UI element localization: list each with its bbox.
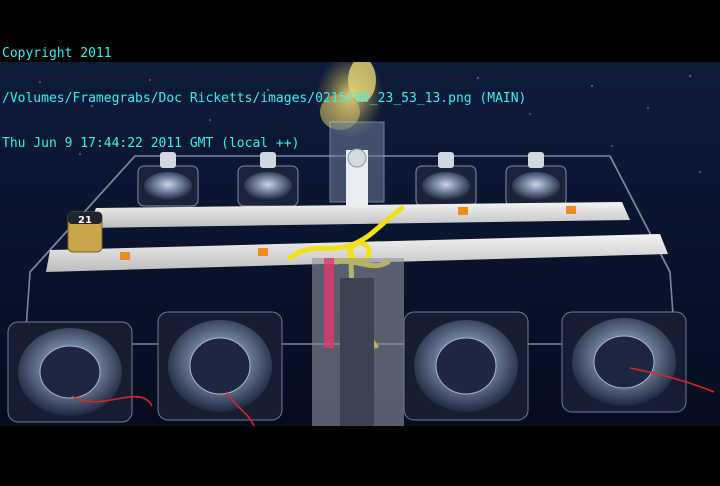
letterbox-bottom	[0, 426, 720, 486]
timestamp-text: Thu Jun 9 17:44:22 2011 GMT (local ++)	[2, 136, 300, 151]
image-path-text: /Volumes/Framegrabs/Doc Ricketts/images/…	[2, 91, 527, 106]
frame-metadata-overlay: Copyright 2011 /Volumes/Framegrabs/Doc R…	[2, 16, 526, 181]
numbered-canister: 21	[67, 211, 103, 253]
canister-number-label: 21	[78, 215, 92, 226]
framegrab-viewer: Copyright 2011 /Volumes/Framegrabs/Doc R…	[0, 0, 720, 486]
copyright-text: Copyright 2011	[2, 46, 112, 61]
central-support-column	[312, 258, 404, 426]
